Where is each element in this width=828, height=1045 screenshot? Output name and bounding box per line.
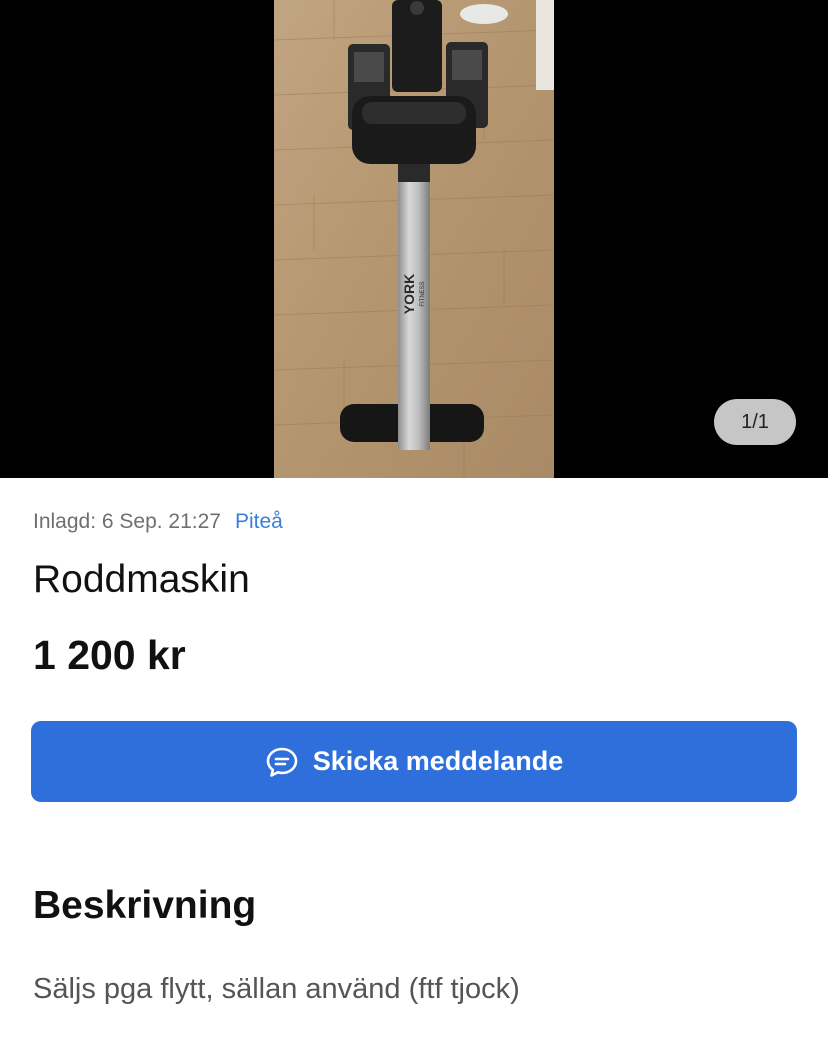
chat-bubble-icon bbox=[265, 745, 299, 779]
description-text: Säljs pga flytt, sällan använd (ftf tjoc… bbox=[33, 973, 520, 1005]
posted-date: Inlagd: 6 Sep. 21:27 bbox=[33, 510, 221, 533]
listing-meta: Inlagd: 6 Sep. 21:27 Piteå bbox=[33, 510, 283, 534]
location-link[interactable]: Piteå bbox=[235, 510, 283, 533]
photo-brand-subtext: FITNESS bbox=[420, 281, 426, 306]
listing-photo[interactable]: YORK FITNESS bbox=[274, 0, 554, 478]
send-message-button[interactable]: Skicka meddelande bbox=[31, 721, 797, 802]
image-counter: 1/1 bbox=[714, 399, 796, 445]
image-gallery[interactable]: YORK FITNESS 1/1 bbox=[0, 0, 828, 478]
listing-title: Roddmaskin bbox=[33, 558, 250, 601]
listing-page: YORK FITNESS 1/1 Inlagd: 6 Sep. 21:27 Pit… bbox=[0, 0, 828, 1045]
rowing-machine-image: YORK FITNESS bbox=[274, 0, 554, 478]
send-message-label: Skicka meddelande bbox=[312, 746, 564, 776]
listing-price: 1 200 kr bbox=[33, 632, 186, 678]
photo-brand-text: YORK bbox=[401, 274, 417, 314]
description-heading: Beskrivning bbox=[33, 884, 257, 927]
